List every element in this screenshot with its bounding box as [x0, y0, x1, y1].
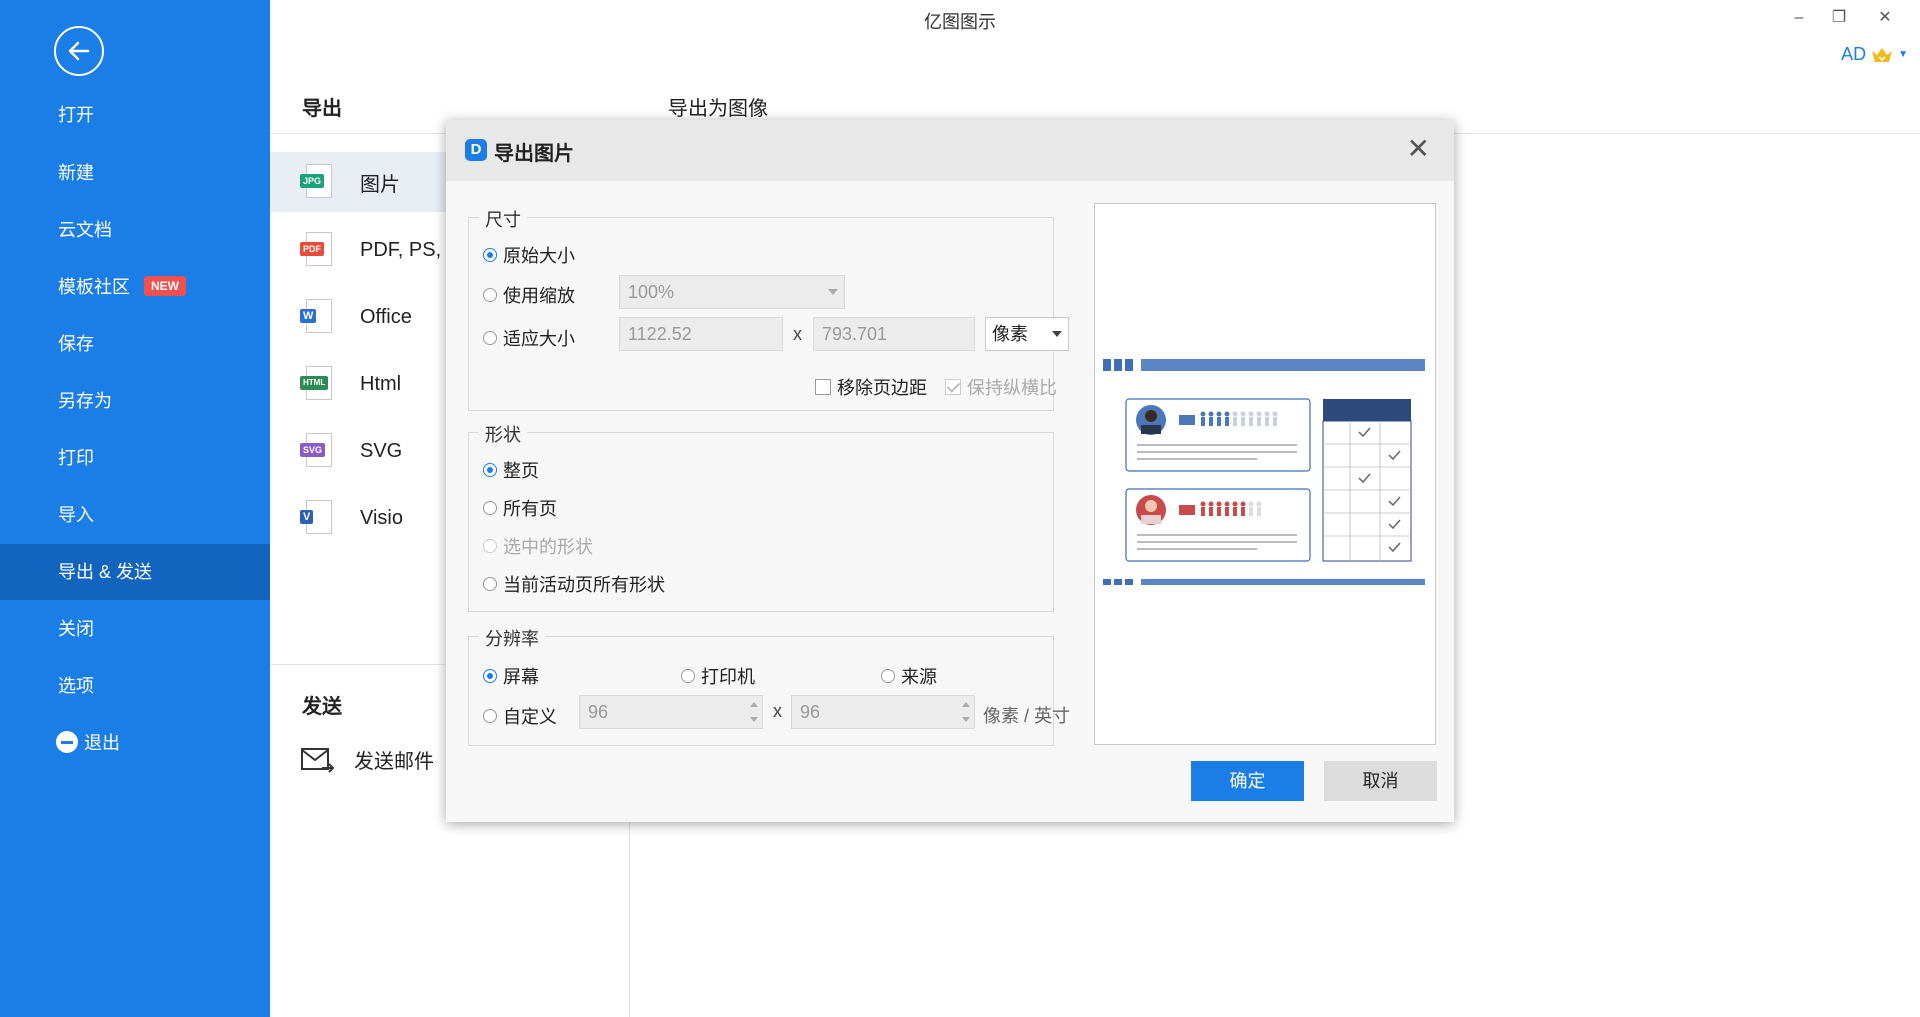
custom-radio[interactable]: 自定义 — [483, 703, 557, 729]
printer-radio[interactable]: 打印机 — [681, 663, 755, 689]
user-initials: AD — [1841, 44, 1867, 64]
scale-select[interactable]: 100% — [619, 275, 845, 309]
height-input[interactable]: 793.701 — [813, 317, 975, 351]
shape-group: 形状 整页 所有页 选中的形状 当前活动页所有形状 — [468, 421, 1054, 612]
html-file-icon: HTML — [300, 366, 334, 402]
size-unit-select[interactable]: 像素 — [985, 317, 1069, 351]
dialog-header: D 导出图片 ✕ — [446, 120, 1454, 181]
send-heading: 发送 — [302, 696, 342, 718]
active-page-shapes-radio[interactable]: 当前活动页所有形状 — [483, 571, 665, 597]
app-title: 亿图图示 — [924, 12, 996, 32]
dpi-unit-label: 像素 / 英寸 — [983, 706, 1071, 726]
dpi-y-input[interactable]: 96 — [791, 695, 975, 729]
chevron-down-icon: ▼ — [1898, 49, 1908, 60]
shape-label: 形状 — [479, 421, 527, 447]
back-button[interactable] — [54, 26, 104, 76]
pdf-file-icon: PDF — [300, 232, 334, 268]
sidebar-item-options[interactable]: 选项 — [0, 658, 270, 714]
sidebar-item-export-send[interactable]: 导出 & 发送 — [0, 544, 270, 600]
dpi-x-input[interactable]: 96 — [579, 695, 763, 729]
app-logo-icon: D — [465, 139, 487, 161]
word-file-icon: W — [300, 299, 334, 335]
sidebar-item-open[interactable]: 打开 — [0, 87, 270, 143]
keep-ratio-checkbox[interactable]: 保持纵横比 — [945, 374, 1057, 400]
export-image-dialog: D 导出图片 ✕ 尺寸 原始大小 使用缩放 100% 适应大小 1122.52 … — [446, 120, 1454, 822]
resolution-group: 分辨率 屏幕 打印机 来源 自定义 96 x 96 像素 / 英寸 — [468, 625, 1070, 746]
preview-thumbnail — [1103, 359, 1425, 585]
size-group: 尺寸 原始大小 使用缩放 100% 适应大小 1122.52 x 793.701… — [468, 206, 1069, 411]
svg-file-icon: SVG — [300, 433, 334, 469]
times-symbol: x — [773, 701, 782, 721]
width-input[interactable]: 1122.52 — [619, 317, 783, 351]
cancel-button[interactable]: 取消 — [1324, 761, 1437, 801]
arrow-left-icon — [68, 41, 90, 61]
original-size-radio[interactable]: 原始大小 — [483, 242, 575, 268]
exit-icon — [56, 731, 78, 754]
sidebar-item-save-as[interactable]: 另存为 — [0, 373, 270, 429]
fit-size-radio[interactable]: 适应大小 — [483, 325, 575, 351]
times-symbol: x — [793, 324, 802, 344]
new-badge: NEW — [144, 276, 186, 297]
sidebar-item-save[interactable]: 保存 — [0, 316, 270, 372]
screen-radio[interactable]: 屏幕 — [483, 663, 539, 689]
close-window-button[interactable]: ✕ — [1870, 4, 1900, 32]
sidebar: 打开 新建 云文档 模板社区 NEW 保存 另存为 打印 导入 导出 & 发送 关… — [0, 0, 270, 1017]
source-radio[interactable]: 来源 — [881, 663, 937, 689]
selected-shapes-radio[interactable]: 选中的形状 — [483, 533, 593, 559]
use-scale-radio[interactable]: 使用缩放 — [483, 282, 575, 308]
user-menu[interactable]: AD ▼ — [1841, 44, 1908, 65]
sidebar-item-print[interactable]: 打印 — [0, 430, 270, 486]
sidebar-item-exit[interactable]: 退出 — [0, 715, 270, 771]
vip-crown-icon — [1872, 47, 1893, 62]
dialog-body: 尺寸 原始大小 使用缩放 100% 适应大小 1122.52 x 793.701… — [446, 181, 1454, 822]
send-email-item[interactable]: 发送邮件 — [300, 745, 434, 774]
whole-page-radio[interactable]: 整页 — [483, 457, 539, 483]
resolution-label: 分辨率 — [479, 625, 545, 651]
remove-margin-checkbox[interactable]: 移除页边距 — [815, 374, 927, 400]
sidebar-item-cloud-docs[interactable]: 云文档 — [0, 202, 270, 258]
minimize-button[interactable]: – — [1784, 4, 1814, 32]
sidebar-item-template-community[interactable]: 模板社区 NEW — [0, 259, 270, 315]
sidebar-item-close[interactable]: 关闭 — [0, 601, 270, 657]
sidebar-item-new[interactable]: 新建 — [0, 145, 270, 201]
export-preview — [1094, 203, 1436, 745]
visio-file-icon: V — [300, 500, 334, 536]
all-pages-radio[interactable]: 所有页 — [483, 495, 557, 521]
export-heading: 导出 — [302, 98, 342, 120]
dialog-title: 导出图片 — [494, 143, 574, 165]
restore-button[interactable]: ❐ — [1824, 4, 1854, 32]
size-label: 尺寸 — [479, 206, 527, 232]
close-icon[interactable]: ✕ — [1407, 134, 1430, 164]
mail-send-icon — [301, 747, 334, 773]
jpg-file-icon: JPG — [300, 164, 334, 200]
export-subtitle: 导出为图像 — [668, 98, 768, 120]
sidebar-item-import[interactable]: 导入 — [0, 487, 270, 543]
ok-button[interactable]: 确定 — [1191, 761, 1304, 801]
